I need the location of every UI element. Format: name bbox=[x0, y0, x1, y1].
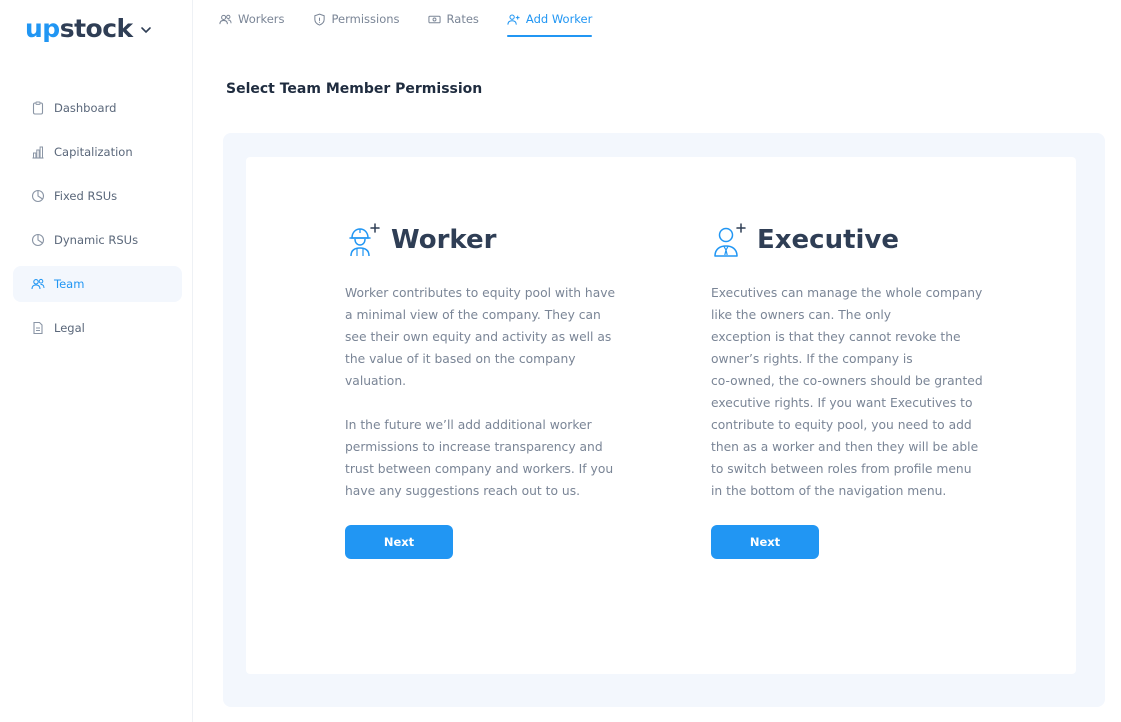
sidebar-nav: Dashboard Capitalization Fixed RSUs Dyna… bbox=[13, 90, 182, 354]
users-icon bbox=[219, 13, 232, 26]
tab-label: Add Worker bbox=[525, 12, 593, 26]
users-icon bbox=[31, 277, 45, 291]
chevron-down-icon bbox=[139, 22, 153, 36]
sidebar-item-label: Capitalization bbox=[54, 145, 133, 159]
sidebar: upstock Dashboard Capitalization Fixed R… bbox=[0, 0, 193, 722]
tab-permissions[interactable]: Permissions bbox=[313, 0, 400, 38]
bar-chart-icon bbox=[31, 145, 45, 159]
sidebar-item-label: Dynamic RSUs bbox=[54, 233, 139, 247]
sidebar-item-team[interactable]: Team bbox=[13, 266, 182, 302]
shield-icon bbox=[313, 13, 326, 26]
pie-chart-icon bbox=[31, 233, 45, 247]
page-title: Select Team Member Permission bbox=[226, 81, 483, 97]
company-switcher[interactable]: upstock bbox=[25, 14, 153, 43]
executive-user-icon bbox=[711, 222, 747, 258]
executive-next-button[interactable]: Next bbox=[711, 525, 819, 559]
cash-icon bbox=[427, 13, 441, 26]
sidebar-item-dashboard[interactable]: Dashboard bbox=[13, 90, 182, 126]
user-plus-icon bbox=[507, 13, 520, 26]
top-tabs: Workers Permissions Rates Add Worker bbox=[219, 0, 620, 40]
pie-chart-icon bbox=[31, 189, 45, 203]
executive-description: Executives can manage the whole company … bbox=[711, 286, 983, 498]
tab-workers[interactable]: Workers bbox=[219, 0, 285, 38]
executive-title: Executive bbox=[757, 225, 900, 255]
sidebar-item-dynamic-rsus[interactable]: Dynamic RSUs bbox=[13, 222, 182, 258]
worker-next-button[interactable]: Next bbox=[345, 525, 453, 559]
sidebar-item-legal[interactable]: Legal bbox=[13, 310, 182, 346]
sidebar-item-label: Team bbox=[54, 277, 85, 291]
sidebar-item-capitalization[interactable]: Capitalization bbox=[13, 134, 182, 170]
worker-title: Worker bbox=[391, 225, 497, 255]
worker-hardhat-icon bbox=[345, 222, 381, 258]
tab-add-worker[interactable]: Add Worker bbox=[506, 0, 593, 38]
executive-option: Executive Executives can manage the whol… bbox=[711, 220, 986, 502]
sidebar-item-label: Legal bbox=[54, 321, 85, 335]
clipboard-icon bbox=[31, 101, 45, 115]
worker-description: Worker contributes to equity pool with h… bbox=[345, 286, 616, 498]
sidebar-item-label: Dashboard bbox=[54, 101, 117, 115]
tab-label: Workers bbox=[238, 12, 285, 26]
document-icon bbox=[31, 321, 45, 335]
worker-option: Worker Worker contributes to equity pool… bbox=[345, 220, 620, 502]
tab-label: Permissions bbox=[331, 12, 400, 26]
tab-rates[interactable]: Rates bbox=[427, 0, 479, 38]
sidebar-item-fixed-rsus[interactable]: Fixed RSUs bbox=[13, 178, 182, 214]
logo: upstock bbox=[25, 14, 133, 43]
tab-label: Rates bbox=[446, 12, 479, 26]
sidebar-item-label: Fixed RSUs bbox=[54, 189, 118, 203]
